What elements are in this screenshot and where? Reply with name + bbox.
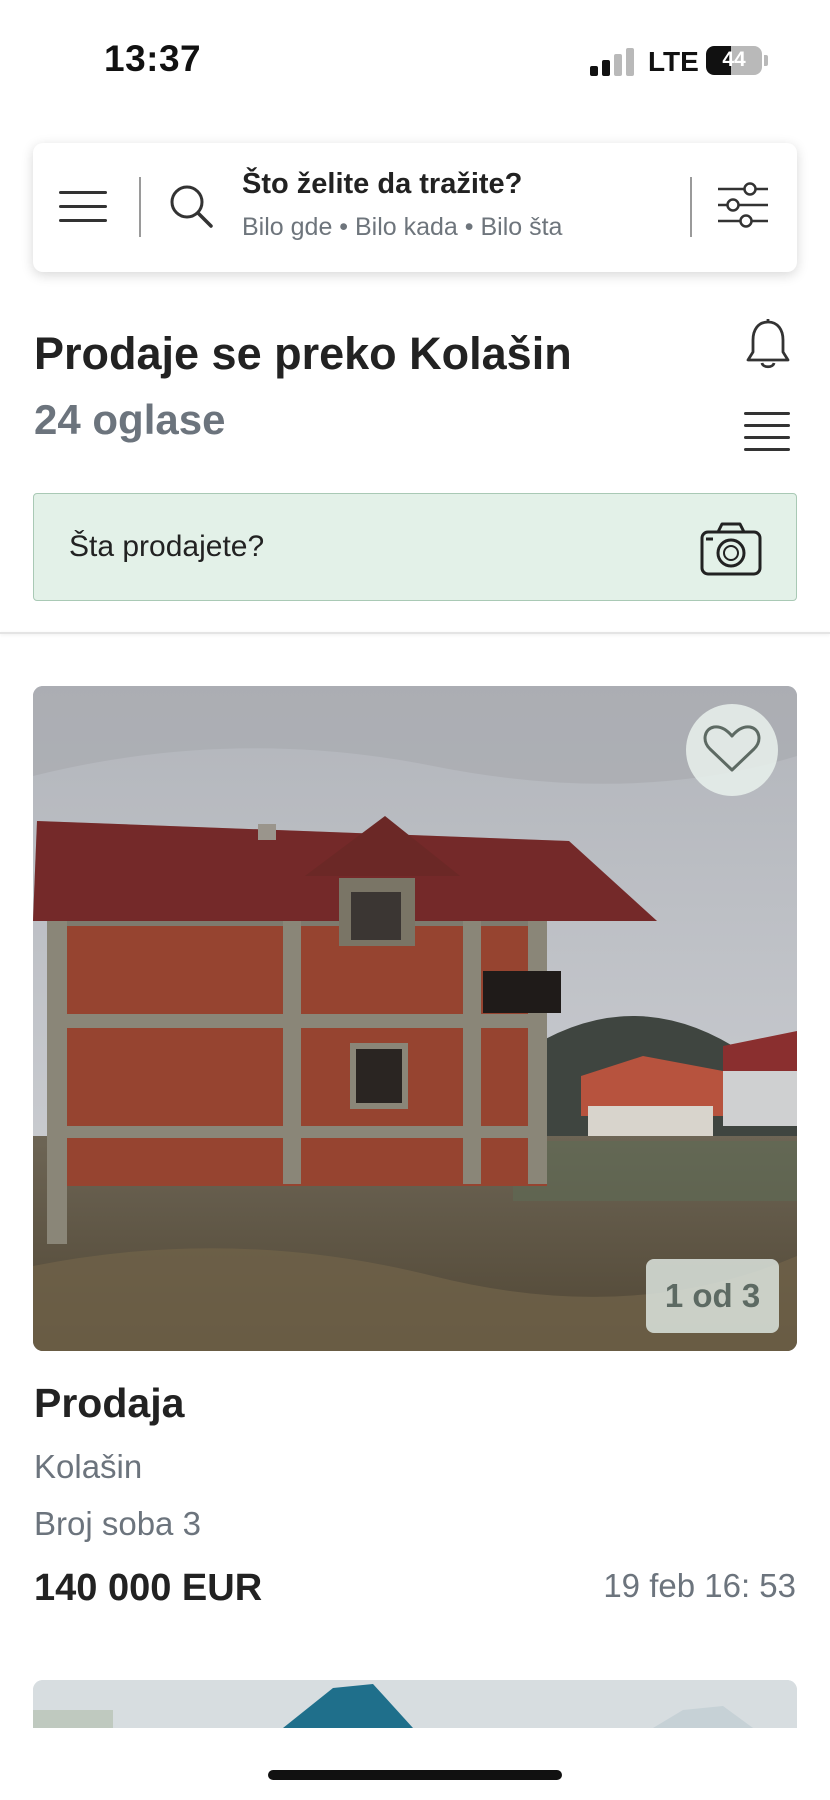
listing-title[interactable]: Prodaja <box>34 1380 184 1427</box>
battery-cap <box>764 55 768 66</box>
status-time: 13:37 <box>104 38 202 79</box>
listing-price: 140 000 EUR <box>34 1567 263 1609</box>
listing-count: 24 oglase <box>34 396 226 443</box>
sell-bar[interactable]: Šta prodajete? <box>33 493 797 601</box>
search-icon <box>170 185 213 228</box>
battery-icon: 44 <box>706 46 762 75</box>
next-house-photo <box>33 1680 797 1728</box>
home-indicator[interactable] <box>268 1770 562 1780</box>
photo-counter: 1 od 3 <box>646 1259 779 1333</box>
listing-date: 19 feb 16: 53 <box>603 1567 796 1604</box>
search-card[interactable]: Što želite da tražite? Bilo gde • Bilo k… <box>33 143 797 272</box>
heart-icon[interactable] <box>686 704 778 796</box>
search-title[interactable]: Što želite da tražite? <box>242 168 522 201</box>
next-listing-photo[interactable] <box>33 1680 797 1728</box>
bell-icon[interactable] <box>745 318 791 372</box>
network-label: LTE <box>648 46 699 77</box>
battery-level: 44 <box>722 48 746 71</box>
divider <box>690 177 692 237</box>
divider <box>139 177 141 237</box>
menu-button[interactable] <box>59 185 109 229</box>
sell-prompt[interactable]: Šta prodajete? <box>69 530 264 564</box>
status-bar: 13:37 LTE 44 <box>0 0 830 120</box>
section-divider <box>0 632 830 634</box>
listing-photo[interactable] <box>33 686 797 1351</box>
filter-icon[interactable] <box>716 179 770 231</box>
signal-icon <box>590 48 634 76</box>
search-subtitle: Bilo gde • Bilo kada • Bilo šta <box>242 213 563 241</box>
list-view-button[interactable] <box>744 412 792 452</box>
listing-location: Kolašin <box>34 1448 143 1485</box>
camera-icon[interactable] <box>700 520 762 576</box>
listing-rooms: Broj soba 3 <box>34 1505 201 1542</box>
page-title: Prodaje se preko Kolašin <box>34 328 572 379</box>
house-photo <box>33 686 797 1351</box>
